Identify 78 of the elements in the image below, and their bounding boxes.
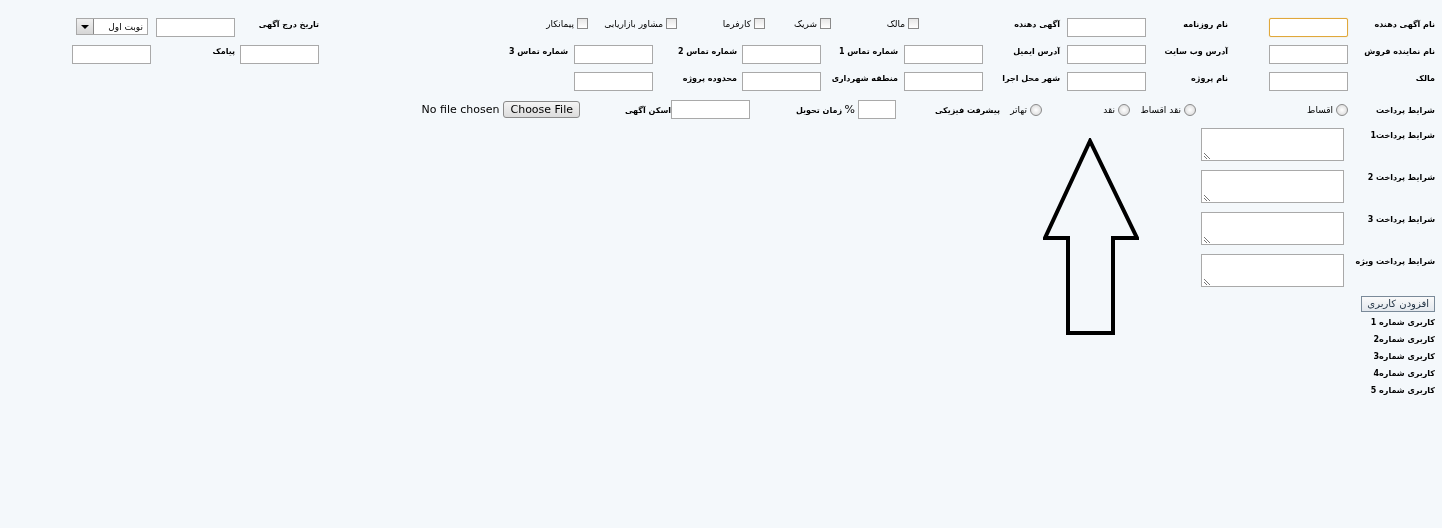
radio-option[interactable]: نقد اقساط [1140, 103, 1196, 116]
radio-button[interactable] [1118, 103, 1130, 116]
checkbox-option[interactable]: پیمانکار [508, 18, 588, 29]
field-label: محدوده پروژه [682, 73, 737, 84]
resize-grip-icon [1203, 193, 1211, 201]
text-field[interactable] [904, 45, 983, 64]
radio-option[interactable]: نقد [1103, 103, 1130, 116]
resize-grip-icon [1203, 235, 1211, 243]
field-label: نام پروژه [1191, 73, 1228, 84]
checkbox[interactable] [820, 18, 831, 29]
field-label: شماره تماس 2 [677, 46, 737, 57]
checkbox[interactable] [666, 18, 677, 29]
field-label: شرایط پرداخت ویژه [1354, 256, 1435, 268]
user-link[interactable]: کاربری شماره2 [1373, 333, 1435, 346]
resize-grip-icon [1203, 277, 1211, 285]
text-field[interactable] [574, 72, 653, 91]
checkbox-option[interactable]: شریک [765, 18, 831, 29]
text-field[interactable] [1269, 72, 1348, 91]
text-field[interactable] [1067, 45, 1146, 64]
radio-button[interactable] [1030, 103, 1042, 116]
field-label: شهر محل اجرا [1002, 73, 1060, 84]
field-label: نام آگهی دهنده [1374, 18, 1435, 30]
field-label: زمان تحویل [795, 104, 842, 116]
field-label: شماره تماس 3 [508, 46, 568, 57]
text-field[interactable] [858, 100, 896, 119]
text-field[interactable] [742, 72, 821, 91]
field-label: آدرس وب سایت [1164, 46, 1228, 57]
text-field[interactable] [1269, 18, 1348, 37]
checkbox-option[interactable]: مشاور بازاریابی [588, 18, 677, 29]
text-field[interactable] [1067, 18, 1146, 37]
unit-label: % [844, 103, 855, 116]
field-label: نام نماینده فروش [1364, 46, 1435, 57]
text-field[interactable] [1269, 45, 1348, 64]
field-label: پیشرفت فیزیکی [934, 104, 1000, 116]
text-area[interactable] [1201, 170, 1344, 203]
resize-grip-icon [1203, 151, 1211, 159]
field-label: شرایط پرداخت [1376, 104, 1435, 116]
field-label: مالک [1415, 73, 1435, 84]
checkbox[interactable] [754, 18, 765, 29]
text-field[interactable] [240, 45, 319, 64]
text-field[interactable] [156, 18, 235, 37]
field-label: شماره تماس 1 [838, 46, 898, 57]
text-field[interactable] [1067, 72, 1146, 91]
text-field[interactable] [671, 100, 750, 119]
field-label: تاریخ درج آگهی [258, 19, 319, 30]
field-label: شرایط پرداخت 2 [1366, 172, 1435, 184]
choose-file-button[interactable]: Choose File [503, 101, 580, 118]
user-link[interactable]: کاربری شماره 1 [1370, 316, 1435, 329]
user-link[interactable]: کاربری شماره3 [1373, 350, 1435, 363]
radio-button[interactable] [1336, 103, 1348, 116]
radio-option[interactable]: اقساط [1307, 103, 1348, 116]
checkbox[interactable] [577, 18, 588, 29]
user-link[interactable]: کاربری شماره4 [1373, 367, 1435, 380]
field-label: شرایط پرداخت1 [1369, 130, 1435, 142]
user-link[interactable]: کاربری شماره 5 [1370, 384, 1435, 397]
field-label: آدرس ایمیل [1013, 46, 1060, 57]
field-label: آگهی دهنده [1014, 19, 1060, 30]
field-label: پیامک [212, 46, 235, 57]
text-field[interactable] [574, 45, 653, 64]
field-label: اسکن آگهی [625, 104, 671, 116]
text-field[interactable] [742, 45, 821, 64]
text-field[interactable] [72, 45, 151, 64]
radio-option[interactable]: تهاتر [1010, 103, 1042, 116]
checkbox-option[interactable]: کارفرما [677, 18, 765, 29]
text-area[interactable] [1201, 212, 1344, 245]
text-field[interactable] [904, 72, 983, 91]
text-area[interactable] [1201, 254, 1344, 287]
field-label: نام روزنامه [1183, 19, 1228, 30]
radio-button[interactable] [1184, 103, 1196, 116]
add-user-button[interactable]: افزودن کاربری [1361, 296, 1435, 312]
checkbox[interactable] [908, 18, 919, 29]
dropdown-field[interactable]: نوبت اول [76, 18, 148, 35]
text-area[interactable] [1201, 128, 1344, 161]
file-status: No file chosen [421, 103, 500, 116]
checkbox-option[interactable]: مالک [831, 18, 919, 29]
field-label: منطقه شهرداری [831, 73, 898, 84]
caret-icon [81, 24, 89, 29]
field-label: شرایط پرداخت 3 [1366, 214, 1435, 226]
